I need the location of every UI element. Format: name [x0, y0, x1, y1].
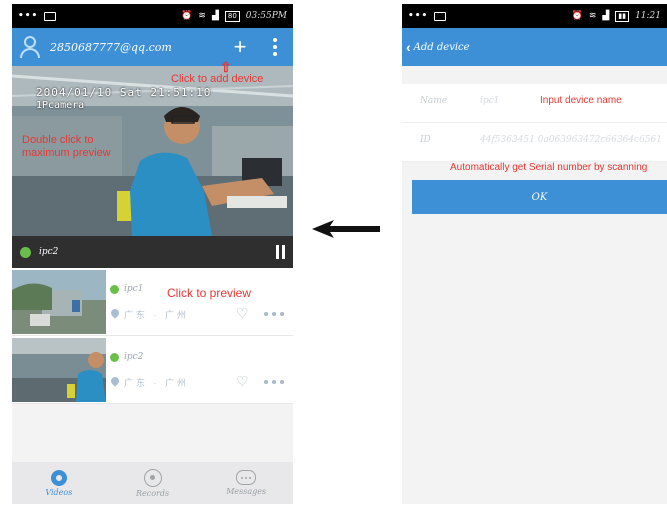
name-row[interactable]: Name ipc1	[402, 84, 667, 123]
wifi-icon: ≋	[198, 11, 206, 21]
bottom-tab-bar: Videos Records Messages	[12, 462, 293, 504]
tab-label: Videos	[45, 487, 73, 497]
camera-row[interactable]: ipc2 广东 · 广州 ♡	[12, 336, 293, 404]
status-bar: ••• ⏰ ≋ ▟ ▮▮ 11:21	[402, 4, 667, 28]
favorite-heart-icon[interactable]: ♡	[236, 306, 249, 320]
wifi-icon: ≋	[588, 11, 597, 21]
online-status-icon	[110, 285, 119, 294]
camera-location: 广东 · 广州	[124, 310, 189, 320]
status-time: 11:21	[635, 11, 661, 21]
signal-icon: ▟	[211, 11, 219, 21]
status-time: 03:55PM	[245, 11, 287, 21]
back-arrow-icon[interactable]: ‹	[406, 39, 411, 55]
status-bar: ••• ⏰ ≋ ▟ 80 03:55PM	[12, 4, 293, 28]
more-options-icon[interactable]	[264, 380, 284, 384]
app-header: 2850687777@qq.com +	[12, 28, 293, 66]
annotation-double-click: Double click to maximum preview	[22, 134, 111, 159]
name-label: Name	[420, 96, 448, 106]
id-label: ID	[420, 135, 431, 145]
camera-thumbnail[interactable]	[12, 270, 106, 334]
online-status-icon	[20, 246, 31, 258]
camera-thumbnail[interactable]	[12, 338, 106, 402]
ok-button[interactable]: OK	[412, 180, 667, 214]
tab-label: Messages	[226, 487, 267, 496]
alarm-icon: ⏰	[571, 11, 583, 21]
camera-list-screen: ••• ⏰ ≋ ▟ 80 03:55PM 2850687777@qq.com +	[12, 4, 293, 504]
annotation-serial-scan: Automatically get Serial number by scann…	[450, 162, 648, 173]
id-field[interactable]: 44f5363451 0a063963472c66364c6561	[480, 135, 662, 145]
add-device-button[interactable]: +	[229, 36, 251, 58]
more-options-icon[interactable]	[264, 312, 284, 316]
location-pin-icon	[109, 375, 121, 387]
camera-row[interactable]: ipc1 广东 · 广州 ♡	[12, 268, 293, 336]
tab-records[interactable]: Records	[106, 462, 200, 504]
notification-dots: •••	[408, 11, 429, 21]
camera-name: ipc2	[124, 352, 144, 362]
page-title: Add device	[413, 41, 470, 53]
tab-label: Records	[135, 488, 170, 498]
preview-camera-name: ipc2	[39, 247, 59, 257]
device-form: Name ipc1 ID 44f5363451 0a063963472c6636…	[402, 84, 667, 162]
tab-messages[interactable]: Messages	[199, 462, 293, 504]
account-email: 2850687777@qq.com	[50, 40, 172, 54]
online-status-icon	[110, 353, 119, 362]
app-header: ‹ Add device	[402, 28, 667, 66]
annotation-click-preview: Click to preview	[167, 286, 252, 300]
image-notification-icon	[44, 11, 57, 21]
osd-camera-label: 1Pcamera	[36, 100, 85, 111]
signal-icon: ▟	[602, 11, 610, 21]
screenshot-stage: ••• ⏰ ≋ ▟ 80 03:55PM 2850687777@qq.com +	[0, 0, 667, 507]
user-avatar-icon[interactable]	[20, 35, 40, 59]
image-notification-icon	[434, 11, 447, 21]
location-pin-icon	[109, 307, 121, 319]
annotation-input-name: Input device name	[540, 95, 622, 106]
alarm-icon: ⏰	[181, 11, 193, 21]
camera-name: ipc1	[124, 284, 144, 294]
flow-arrow-left-icon	[312, 220, 380, 238]
preview-control-bar: ipc2	[12, 236, 293, 268]
camera-location: 广东 · 广州	[124, 378, 189, 388]
battery-icon: 80	[224, 10, 240, 22]
annotation-arrow-up-icon: ⇧	[220, 59, 232, 75]
favorite-heart-icon[interactable]: ♡	[236, 374, 249, 388]
id-row[interactable]: ID 44f5363451 0a063963472c66364c6561	[402, 123, 667, 162]
videos-icon	[50, 469, 67, 486]
name-field[interactable]: ipc1	[480, 96, 499, 106]
more-menu-icon[interactable]	[273, 38, 277, 56]
notification-dots: •••	[18, 11, 39, 21]
records-icon	[143, 468, 162, 487]
annotation-add-device: Click to add device	[171, 73, 264, 85]
messages-icon	[236, 470, 257, 485]
battery-icon: ▮▮	[615, 10, 630, 22]
add-device-screen: ••• ⏰ ≋ ▟ ▮▮ 11:21 ‹ Add device Name ipc…	[402, 4, 667, 504]
tab-videos[interactable]: Videos	[12, 462, 106, 504]
osd-datetime: 2004/01/10 Sat 21:51:10	[36, 86, 212, 99]
pause-button[interactable]	[276, 245, 285, 259]
